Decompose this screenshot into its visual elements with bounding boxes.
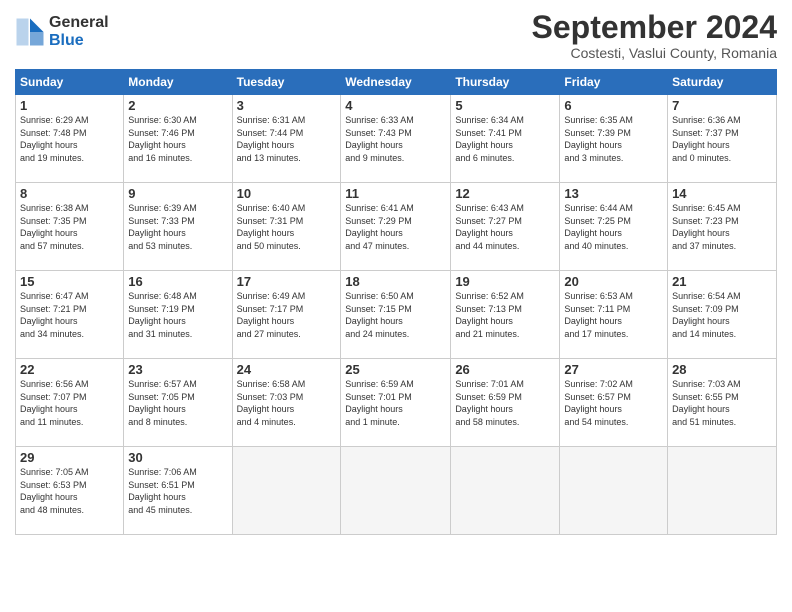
day-3: 3 Sunrise: 6:31 AMSunset: 7:44 PMDayligh…	[232, 95, 341, 183]
day-30: 30 Sunrise: 7:06 AMSunset: 6:51 PMDaylig…	[124, 447, 232, 535]
header-tuesday: Tuesday	[232, 70, 341, 95]
header-thursday: Thursday	[451, 70, 560, 95]
day-4: 4 Sunrise: 6:33 AMSunset: 7:43 PMDayligh…	[341, 95, 451, 183]
days-header-row: Sunday Monday Tuesday Wednesday Thursday…	[16, 70, 777, 95]
day-2: 2 Sunrise: 6:30 AMSunset: 7:46 PMDayligh…	[124, 95, 232, 183]
day-22: 22 Sunrise: 6:56 AMSunset: 7:07 PMDaylig…	[16, 359, 124, 447]
day-6: 6 Sunrise: 6:35 AMSunset: 7:39 PMDayligh…	[560, 95, 668, 183]
week-2: 8 Sunrise: 6:38 AMSunset: 7:35 PMDayligh…	[16, 183, 777, 271]
day-5: 5 Sunrise: 6:34 AMSunset: 7:41 PMDayligh…	[451, 95, 560, 183]
day-16: 16 Sunrise: 6:48 AMSunset: 7:19 PMDaylig…	[124, 271, 232, 359]
day-19: 19 Sunrise: 6:52 AMSunset: 7:13 PMDaylig…	[451, 271, 560, 359]
header-sunday: Sunday	[16, 70, 124, 95]
day-12: 12 Sunrise: 6:43 AMSunset: 7:27 PMDaylig…	[451, 183, 560, 271]
header-monday: Monday	[124, 70, 232, 95]
day-26: 26 Sunrise: 7:01 AMSunset: 6:59 PMDaylig…	[451, 359, 560, 447]
header-saturday: Saturday	[668, 70, 777, 95]
empty-cell-5	[668, 447, 777, 535]
day-27: 27 Sunrise: 7:02 AMSunset: 6:57 PMDaylig…	[560, 359, 668, 447]
day-9: 9 Sunrise: 6:39 AMSunset: 7:33 PMDayligh…	[124, 183, 232, 271]
logo-blue-text: Blue	[49, 32, 109, 50]
day-1: 1 Sunrise: 6:29 AMSunset: 7:48 PMDayligh…	[16, 95, 124, 183]
location-subtitle: Costesti, Vaslui County, Romania	[532, 45, 777, 61]
header: General Blue September 2024 Costesti, Va…	[15, 10, 777, 61]
day-18: 18 Sunrise: 6:50 AMSunset: 7:15 PMDaylig…	[341, 271, 451, 359]
header-wednesday: Wednesday	[341, 70, 451, 95]
day-25: 25 Sunrise: 6:59 AMSunset: 7:01 PMDaylig…	[341, 359, 451, 447]
empty-cell-4	[560, 447, 668, 535]
header-friday: Friday	[560, 70, 668, 95]
day-11: 11 Sunrise: 6:41 AMSunset: 7:29 PMDaylig…	[341, 183, 451, 271]
empty-cell-2	[341, 447, 451, 535]
logo-icon	[15, 17, 45, 47]
logo: General Blue	[15, 14, 109, 49]
day-15: 15 Sunrise: 6:47 AMSunset: 7:21 PMDaylig…	[16, 271, 124, 359]
day-21: 21 Sunrise: 6:54 AMSunset: 7:09 PMDaylig…	[668, 271, 777, 359]
empty-cell-1	[232, 447, 341, 535]
week-1: 1 Sunrise: 6:29 AMSunset: 7:48 PMDayligh…	[16, 95, 777, 183]
day-13: 13 Sunrise: 6:44 AMSunset: 7:25 PMDaylig…	[560, 183, 668, 271]
logo-general-text: General	[49, 14, 109, 32]
calendar-table: Sunday Monday Tuesday Wednesday Thursday…	[15, 69, 777, 535]
day-10: 10 Sunrise: 6:40 AMSunset: 7:31 PMDaylig…	[232, 183, 341, 271]
title-section: September 2024 Costesti, Vaslui County, …	[532, 10, 777, 61]
day-14: 14 Sunrise: 6:45 AMSunset: 7:23 PMDaylig…	[668, 183, 777, 271]
day-23: 23 Sunrise: 6:57 AMSunset: 7:05 PMDaylig…	[124, 359, 232, 447]
week-4: 22 Sunrise: 6:56 AMSunset: 7:07 PMDaylig…	[16, 359, 777, 447]
day-28: 28 Sunrise: 7:03 AMSunset: 6:55 PMDaylig…	[668, 359, 777, 447]
week-5: 29 Sunrise: 7:05 AMSunset: 6:53 PMDaylig…	[16, 447, 777, 535]
day-20: 20 Sunrise: 6:53 AMSunset: 7:11 PMDaylig…	[560, 271, 668, 359]
empty-cell-3	[451, 447, 560, 535]
day-24: 24 Sunrise: 6:58 AMSunset: 7:03 PMDaylig…	[232, 359, 341, 447]
day-29: 29 Sunrise: 7:05 AMSunset: 6:53 PMDaylig…	[16, 447, 124, 535]
month-title: September 2024	[532, 10, 777, 45]
week-3: 15 Sunrise: 6:47 AMSunset: 7:21 PMDaylig…	[16, 271, 777, 359]
day-17: 17 Sunrise: 6:49 AMSunset: 7:17 PMDaylig…	[232, 271, 341, 359]
day-7: 7 Sunrise: 6:36 AMSunset: 7:37 PMDayligh…	[668, 95, 777, 183]
page: General Blue September 2024 Costesti, Va…	[0, 0, 792, 612]
day-8: 8 Sunrise: 6:38 AMSunset: 7:35 PMDayligh…	[16, 183, 124, 271]
logo-text: General Blue	[49, 14, 109, 49]
